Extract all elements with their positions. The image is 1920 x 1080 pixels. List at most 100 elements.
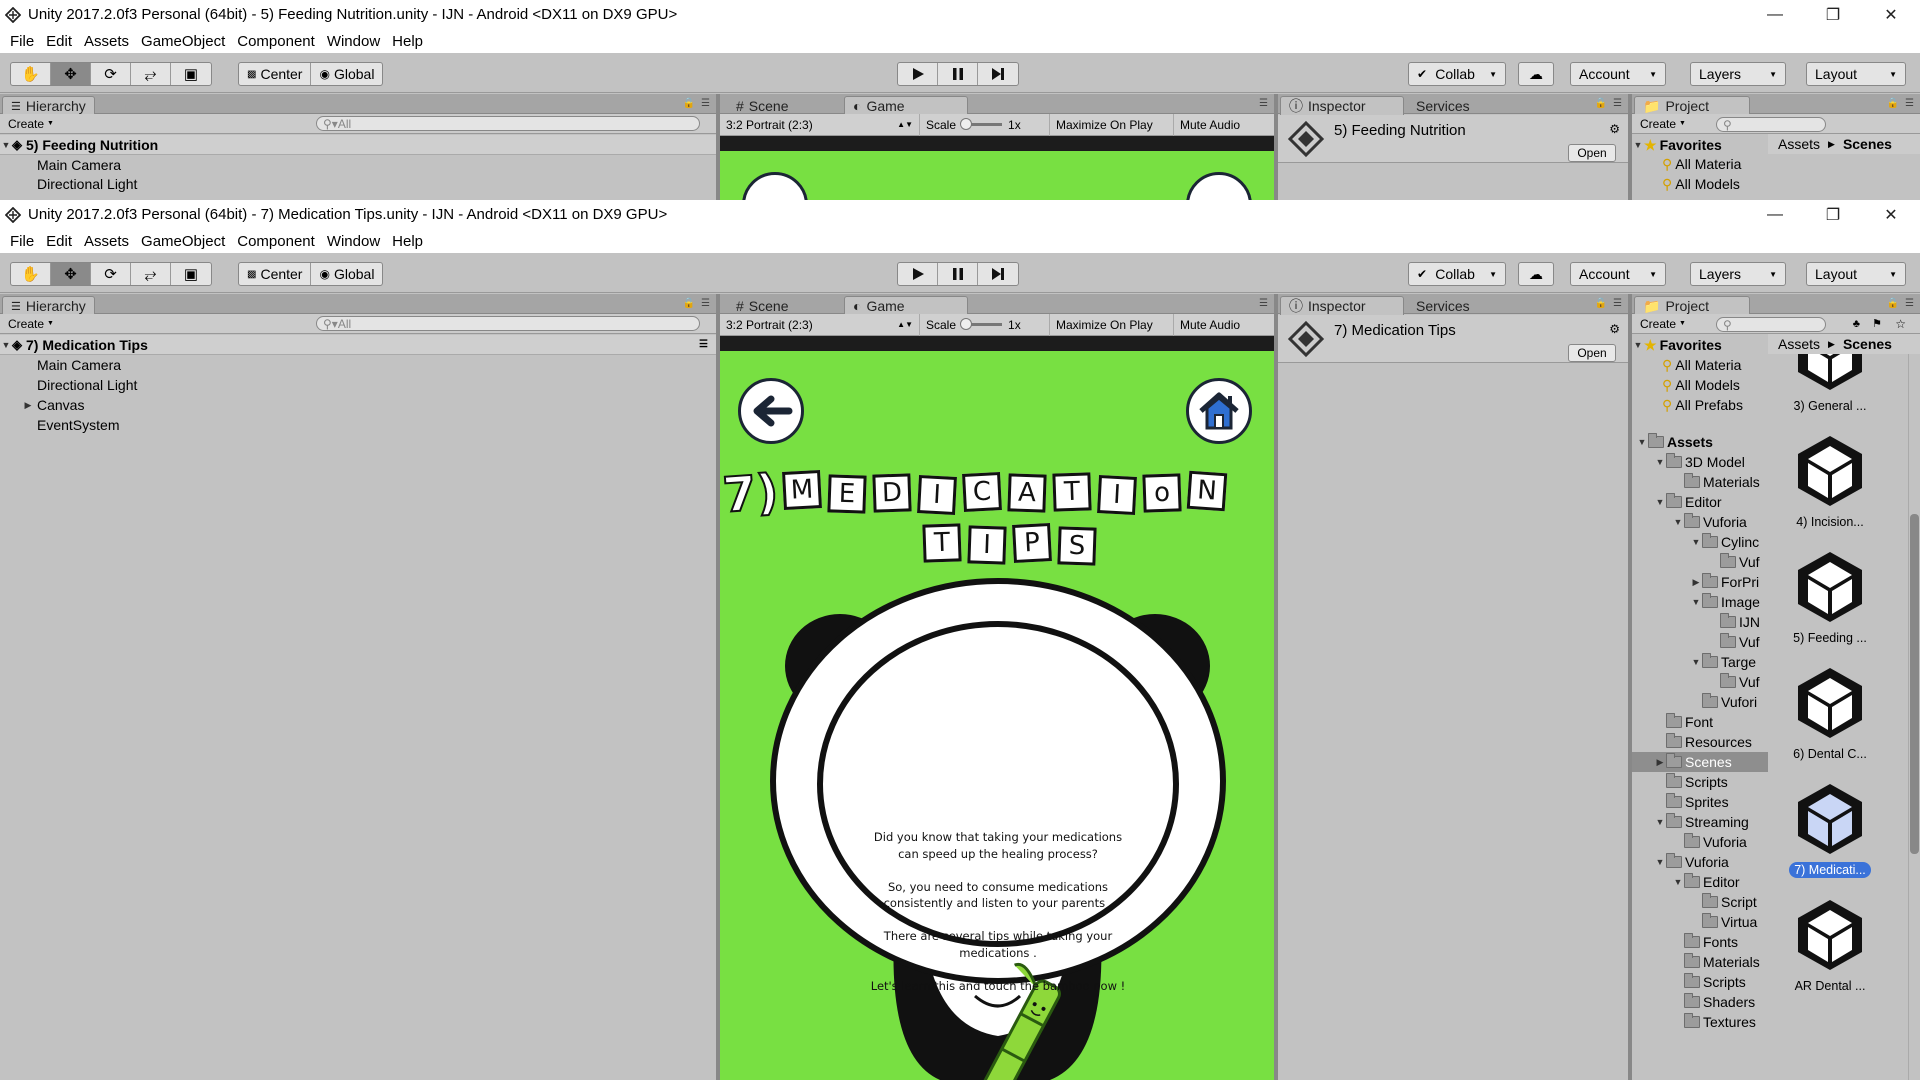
hand-tool-icon[interactable]: ✋ <box>11 63 51 85</box>
lock-icon[interactable]: 🔒 <box>683 298 695 309</box>
account-dropdown[interactable]: Account ▼ <box>1570 62 1666 86</box>
layers-dropdown[interactable]: Layers ▼ <box>1690 62 1786 86</box>
tab-scene[interactable]: # Scene <box>728 96 797 115</box>
scene-asset[interactable]: 5) Feeding ... <box>1780 546 1880 646</box>
project-search-input[interactable]: ⚲ <box>1716 317 1826 332</box>
menu-edit[interactable]: Edit <box>40 233 78 250</box>
menu-file[interactable]: File <box>4 233 40 250</box>
tab-services[interactable]: Services <box>1408 296 1478 315</box>
scene-asset[interactable]: AR Dental ... <box>1780 894 1880 994</box>
tab-inspector[interactable]: ⓘ Inspector <box>1280 296 1404 315</box>
favorite-item[interactable]: ⚲ All Materia <box>1632 355 1766 375</box>
scale-tool-icon[interactable]: ⥂ <box>131 63 171 85</box>
project-folder-row[interactable]: ▶ ForPri <box>1632 572 1766 592</box>
maximize-on-play-toggle[interactable]: Maximize On Play <box>1050 113 1174 136</box>
expanded-arrow-icon[interactable]: ▼ <box>1636 437 1648 447</box>
project-folder-row[interactable]: ▼ Vuforia <box>1632 512 1766 532</box>
expanded-arrow-icon[interactable]: ▼ <box>1654 457 1666 467</box>
back-arrow-icon[interactable] <box>742 172 808 200</box>
close-icon[interactable]: ✕ <box>1862 200 1920 229</box>
project-folder-row[interactable]: Scripts <box>1632 772 1766 792</box>
panel-menu-icon[interactable]: ☰ <box>701 298 710 309</box>
close-icon[interactable]: ✕ <box>1862 0 1920 29</box>
project-folder-row[interactable]: Materials <box>1632 952 1766 972</box>
scene-row[interactable]: ▼ ◈ 5) Feeding Nutrition <box>0 135 716 155</box>
cloud-button[interactable]: ☁ <box>1518 62 1554 86</box>
scene-asset[interactable]: 4) Incision... <box>1780 430 1880 530</box>
project-folder-row[interactable]: ▼ Assets <box>1632 432 1766 452</box>
menu-window[interactable]: Window <box>321 33 386 50</box>
asset-scrollbar[interactable] <box>1908 354 1920 1080</box>
hierarchy-search-input[interactable]: ⚲▾ All <box>316 116 700 131</box>
scale-tool-icon[interactable]: ⥂ <box>131 263 171 285</box>
mute-audio-toggle[interactable]: Mute Audio <box>1174 314 1246 336</box>
minimize-icon[interactable]: — <box>1746 200 1804 229</box>
project-folder-row[interactable]: Sprites <box>1632 792 1766 812</box>
project-folder-row[interactable]: ▼ Streaming <box>1632 812 1766 832</box>
layout-dropdown[interactable]: Layout ▼ <box>1806 62 1906 86</box>
project-search-input[interactable]: ⚲ <box>1716 117 1826 132</box>
rect-tool-icon[interactable]: ▣ <box>171 263 211 285</box>
panel-menu-icon[interactable]: ☰ <box>1905 98 1914 109</box>
collab-dropdown[interactable]: ✔ Collab ▼ <box>1408 62 1506 86</box>
project-folder-row[interactable]: Vuf <box>1632 632 1766 652</box>
breadcrumb-scenes[interactable]: Scenes <box>1843 136 1892 152</box>
expanded-arrow-icon[interactable]: ▼ <box>1672 517 1684 527</box>
layers-dropdown[interactable]: Layers ▼ <box>1690 262 1786 286</box>
hierarchy-item[interactable]: Directional Light <box>0 174 716 194</box>
tab-project[interactable]: 📁 Project <box>1634 296 1750 315</box>
panel-menu-icon[interactable]: ☰ <box>1905 298 1914 309</box>
expanded-arrow-icon[interactable]: ▼ <box>1654 497 1666 507</box>
project-folder-row[interactable]: Shaders <box>1632 992 1766 1012</box>
move-tool-icon[interactable]: ✥ <box>51 63 91 85</box>
menu-edit[interactable]: Edit <box>40 33 78 50</box>
menu-gameobject[interactable]: GameObject <box>135 33 231 50</box>
lock-icon[interactable]: 🔒 <box>683 98 695 109</box>
breadcrumb-scenes[interactable]: Scenes <box>1843 336 1892 352</box>
collapsed-arrow-icon[interactable]: ▶ <box>1690 577 1702 588</box>
breadcrumb-assets[interactable]: Assets <box>1778 136 1820 152</box>
menu-window[interactable]: Window <box>321 233 386 250</box>
tab-game[interactable]: ◐ Game <box>844 96 968 115</box>
favorite-item[interactable]: ⚲ All Materia <box>1632 154 1766 174</box>
pause-button[interactable] <box>938 63 978 85</box>
menu-help[interactable]: Help <box>386 233 429 250</box>
project-folder-row[interactable]: Virtua <box>1632 912 1766 932</box>
create-dropdown[interactable]: Create ▼ <box>0 315 62 333</box>
play-button[interactable] <box>898 63 938 85</box>
restore-icon[interactable]: ❐ <box>1804 0 1862 29</box>
account-dropdown[interactable]: Account ▼ <box>1570 262 1666 286</box>
collab-dropdown[interactable]: ✔ Collab ▼ <box>1408 262 1506 286</box>
step-button[interactable] <box>978 263 1018 285</box>
settings-gear-icon[interactable]: ⚙ <box>1609 122 1620 136</box>
project-folder-row[interactable]: ▼ Targe <box>1632 652 1766 672</box>
create-dropdown[interactable]: Create ▼ <box>0 115 62 133</box>
tag-icon[interactable]: ⚑ <box>1872 317 1882 330</box>
mute-audio-toggle[interactable]: Mute Audio <box>1174 114 1246 136</box>
panel-menu-icon[interactable]: ☰ <box>1259 98 1268 109</box>
tab-hierarchy[interactable]: ☰ Hierarchy <box>2 96 95 115</box>
project-folder-row[interactable]: Vuforia <box>1632 832 1766 852</box>
menu-assets[interactable]: Assets <box>78 233 135 250</box>
hierarchy-item[interactable]: Main Camera <box>0 155 716 175</box>
aspect-dropdown[interactable]: 3:2 Portrait (2:3) ▲▼ <box>720 313 920 336</box>
expand-arrow-icon[interactable]: ▶ <box>22 400 34 411</box>
home-icon[interactable] <box>1186 172 1252 200</box>
lock-icon[interactable]: 🔒 <box>1887 298 1899 309</box>
project-folder-row[interactable]: ▼ Cylinc <box>1632 532 1766 552</box>
project-folder-row[interactable]: Vuf <box>1632 672 1766 692</box>
project-folder-row[interactable]: Resources <box>1632 732 1766 752</box>
project-folder-row[interactable]: Vufori <box>1632 692 1766 712</box>
expanded-arrow-icon[interactable]: ▼ <box>1654 817 1666 827</box>
global-toggle[interactable]: ◉ Global <box>311 63 382 85</box>
tab-hierarchy[interactable]: ☰ Hierarchy <box>2 296 95 315</box>
project-folder-row[interactable]: Textures <box>1632 1012 1766 1032</box>
tab-project[interactable]: 📁 Project <box>1634 96 1750 115</box>
favorites-header[interactable]: ▼ ★ Favorites <box>1632 135 1766 155</box>
breadcrumb-assets[interactable]: Assets <box>1778 336 1820 352</box>
hierarchy-item[interactable]: Main Camera <box>0 355 716 375</box>
center-toggle[interactable]: ▩ Center <box>239 63 312 85</box>
rect-tool-icon[interactable]: ▣ <box>171 63 211 85</box>
project-folder-row[interactable]: ▼ Vuforia <box>1632 852 1766 872</box>
project-folder-row[interactable]: Fonts <box>1632 932 1766 952</box>
